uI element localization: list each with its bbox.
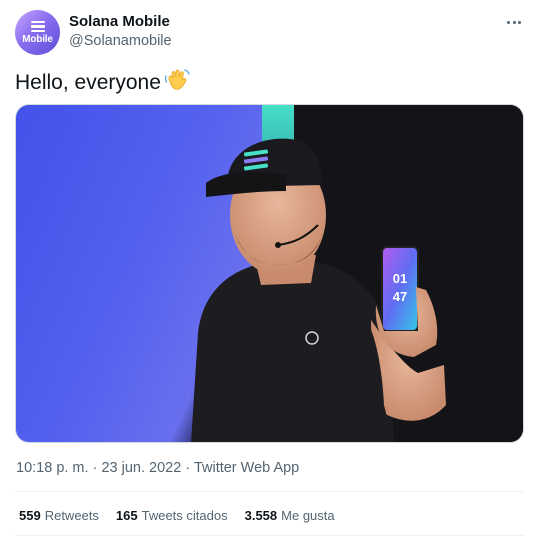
stat-quote-tweets[interactable]: 165 Tweets citados [116, 508, 228, 523]
solana-logo-icon [30, 20, 45, 33]
phone-clock-hours: 01 [393, 271, 407, 286]
avatar[interactable]: Mobile [15, 10, 60, 55]
stat-likes[interactable]: 3.558 Me gusta [245, 508, 335, 523]
more-options-button[interactable] [503, 12, 525, 32]
meta-separator: · [92, 460, 98, 476]
meta-separator: · [185, 460, 191, 476]
phone-clock-minutes: 47 [393, 289, 407, 304]
stat-label: Tweets citados [141, 508, 228, 523]
photo-presenter-with-phone: 01 47 [16, 105, 523, 442]
more-dot-icon [518, 20, 521, 24]
tweet-media-photo[interactable]: 01 47 [15, 104, 524, 443]
author-handle[interactable]: @Solanamobile [69, 33, 172, 49]
more-dot-icon [512, 20, 516, 24]
stat-label: Retweets [44, 508, 99, 523]
author-display-name[interactable]: Solana Mobile [69, 13, 170, 30]
tweet-meta: 10:18 p. m. · 23 jun. 2022 · Twitter Web… [16, 460, 299, 476]
tweet-text-content: Hello, everyone [15, 71, 161, 94]
divider [15, 491, 524, 492]
stat-count: 165 [115, 508, 138, 523]
stat-retweets[interactable]: 559 Retweets [19, 508, 99, 523]
waving-hand-icon [164, 68, 190, 98]
tweet-text: Hello, everyone [15, 68, 190, 98]
stat-label: Me gusta [281, 508, 335, 523]
stat-count: 559 [19, 508, 41, 523]
tweet-date[interactable]: 23 jun. 2022 [101, 460, 181, 476]
stat-count: 3.558 [244, 508, 278, 523]
tweet-stats: 559 Retweets 165 Tweets citados 3.558 Me gu… [19, 508, 352, 523]
avatar-label: Mobile [22, 33, 53, 45]
tweet-container: Mobile Solana Mobile @Solanamobile Hello… [0, 0, 538, 536]
tweet-source[interactable]: Twitter Web App [194, 460, 299, 476]
more-dot-icon [507, 20, 510, 24]
tweet-time[interactable]: 10:18 p. m. [16, 460, 89, 476]
